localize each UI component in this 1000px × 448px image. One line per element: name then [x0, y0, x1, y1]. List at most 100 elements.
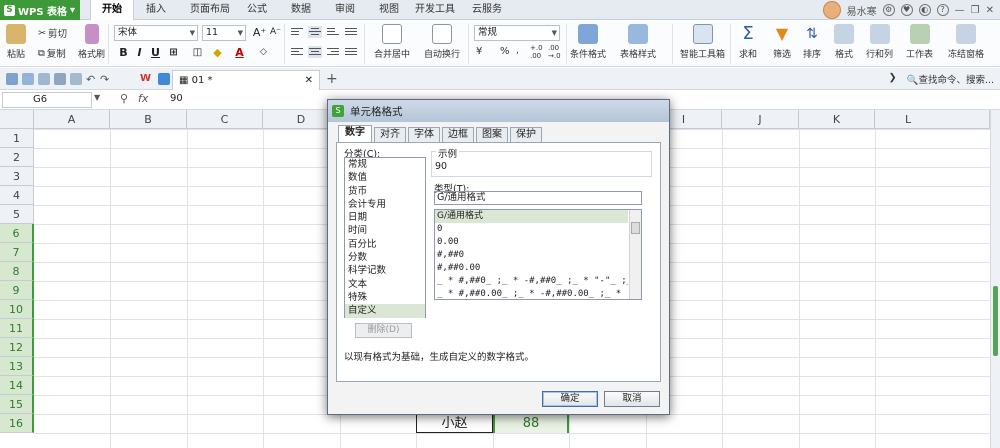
copy-button[interactable]: ⧉ 复制 [38, 46, 66, 61]
open-icon[interactable] [38, 73, 50, 85]
tab-font[interactable]: 字体 [408, 127, 440, 142]
tab-protection[interactable]: 保护 [510, 127, 542, 142]
row-header[interactable]: 6 [0, 224, 34, 243]
align-center-icon[interactable] [308, 46, 322, 58]
fill-color-icon[interactable]: ◆ [210, 45, 225, 60]
settings-icon[interactable]: ⚙ [882, 4, 895, 16]
tab-page-layout[interactable]: 页面布局 [182, 0, 238, 20]
align-top-icon[interactable] [290, 26, 304, 38]
tab-developer[interactable]: 开发工具 [412, 0, 458, 20]
name-box[interactable]: G6 [2, 92, 92, 108]
increase-decimal-icon[interactable]: +.0.00 [530, 44, 543, 60]
type-list[interactable]: G/通用格式 0 0.00 #,##0 #,##0.00 _ * #,##0_ … [434, 209, 642, 300]
comma-button[interactable]: , [516, 46, 519, 56]
list-item[interactable]: #,##0 [435, 249, 628, 262]
align-bottom-icon[interactable] [326, 26, 340, 38]
align-left-icon[interactable] [290, 46, 304, 58]
shrink-font-icon[interactable]: A⁻ [268, 25, 283, 40]
paste-button[interactable]: 粘贴 [6, 24, 26, 60]
row-header[interactable]: 13 [0, 357, 34, 376]
scroll-thumb[interactable] [631, 222, 640, 234]
row-header[interactable]: 16 [0, 414, 34, 433]
number-format-select[interactable]: 常规 ▼ [474, 25, 560, 41]
worksheet-button[interactable]: 工作表 [906, 24, 933, 60]
sum-button[interactable]: Σ 求和 [738, 24, 758, 61]
column-header[interactable]: J [722, 110, 799, 129]
column-header[interactable]: A [34, 110, 110, 129]
row-header[interactable]: 7 [0, 243, 34, 262]
preview-icon[interactable] [70, 73, 82, 85]
tab-pattern[interactable]: 图案 [476, 127, 508, 142]
cube-icon[interactable] [158, 73, 170, 85]
zoom-icon[interactable]: ⚲ [120, 92, 128, 105]
cancel-button[interactable]: 取消 [604, 391, 660, 407]
list-item[interactable]: 百分比 [345, 238, 425, 251]
conditional-format-button[interactable]: 条件格式 [570, 24, 606, 60]
minimize-icon[interactable]: — [955, 5, 965, 16]
list-item[interactable]: 会计专用 [345, 198, 425, 211]
list-item[interactable]: 文本 [345, 278, 425, 291]
list-item[interactable]: _ * #,##0_ ;_ * -#,##0_ ;_ * "-"_ ;_ @_ [435, 275, 628, 288]
vertical-scrollbar[interactable] [990, 110, 1000, 448]
row-header[interactable]: 2 [0, 148, 34, 167]
delete-button[interactable]: 删除(D) [355, 323, 412, 338]
row-header[interactable]: 10 [0, 300, 34, 319]
list-item[interactable]: 时间 [345, 224, 425, 237]
clear-format-icon[interactable]: ◇ [256, 45, 271, 60]
document-tab[interactable]: ▦ 01 * ✕ [172, 70, 320, 90]
new-icon[interactable] [22, 73, 34, 85]
filter-button[interactable]: ▼ 筛选 [772, 24, 792, 60]
table-style-button[interactable]: 表格样式 [620, 24, 656, 60]
tab-data[interactable]: 数据 [284, 0, 318, 20]
list-item-selected[interactable]: G/通用格式 [435, 210, 628, 223]
expand-icon[interactable]: ❯ [889, 72, 897, 86]
align-middle-icon[interactable] [308, 26, 322, 38]
list-item[interactable]: 常规 [345, 158, 425, 171]
wrap-text-button[interactable]: 自动换行 [424, 24, 460, 60]
formula-input[interactable]: 90 [170, 93, 183, 104]
underline-button[interactable]: U [148, 45, 163, 60]
row-header[interactable]: 12 [0, 338, 34, 357]
tab-view[interactable]: 视图 [372, 0, 406, 20]
italic-button[interactable]: I [132, 45, 147, 60]
row-header[interactable]: 4 [0, 186, 34, 205]
tab-insert[interactable]: 插入 [140, 0, 172, 20]
dialog-title-bar[interactable]: S 单元格格式 [328, 100, 669, 122]
align-right-icon[interactable] [326, 46, 340, 58]
list-item[interactable]: 0 [435, 223, 628, 236]
help-icon[interactable]: ? [936, 4, 949, 16]
column-header[interactable]: B [110, 110, 187, 129]
sort-button[interactable]: ⇅ 排序 [802, 24, 822, 60]
row-header[interactable]: 8 [0, 262, 34, 281]
list-item[interactable]: 分数 [345, 251, 425, 264]
list-item[interactable]: 日期 [345, 211, 425, 224]
column-header[interactable]: K [799, 110, 875, 129]
shade-icon[interactable]: ◫ [190, 45, 205, 60]
user-name[interactable]: 易水寒 [847, 3, 877, 18]
tab-number[interactable]: 数字 [338, 125, 372, 143]
font-size-select[interactable]: 11 ▼ [202, 25, 246, 41]
row-header[interactable]: 14 [0, 376, 34, 395]
save-icon[interactable] [6, 73, 18, 85]
cell-score[interactable]: 88 [493, 414, 569, 433]
decrease-decimal-icon[interactable]: .00 →.0 [548, 44, 561, 60]
column-header[interactable]: L [875, 110, 990, 129]
list-item[interactable]: 货币 [345, 185, 425, 198]
row-header[interactable]: 5 [0, 205, 34, 224]
redo-icon[interactable]: ↷ [100, 73, 112, 86]
print-icon[interactable] [54, 73, 66, 85]
tab-formula[interactable]: 公式 [240, 0, 274, 20]
list-item[interactable]: 0.00 [435, 236, 628, 249]
tab-home[interactable]: 开始 [90, 0, 134, 21]
row-header[interactable]: 11 [0, 319, 34, 338]
close-icon[interactable]: ✕ [986, 5, 994, 16]
type-input[interactable]: G/通用格式 [434, 191, 642, 205]
grow-font-icon[interactable]: A⁺ [252, 25, 267, 40]
cut-button[interactable]: ✂ 剪切 [38, 26, 67, 41]
list-item[interactable]: _ * #,##0.00_ ;_ * -#,##0.00_ ;_ * "-"??… [435, 288, 628, 299]
rows-cols-button[interactable]: 行和列 [866, 24, 893, 60]
list-item[interactable]: 特殊 [345, 291, 425, 304]
scroll-thumb[interactable] [993, 286, 998, 356]
border-icon[interactable]: ⊞ [166, 45, 181, 60]
category-list[interactable]: 常规 数值 货币 会计专用 日期 时间 百分比 分数 科学记数 文本 特殊 自定… [344, 157, 426, 318]
